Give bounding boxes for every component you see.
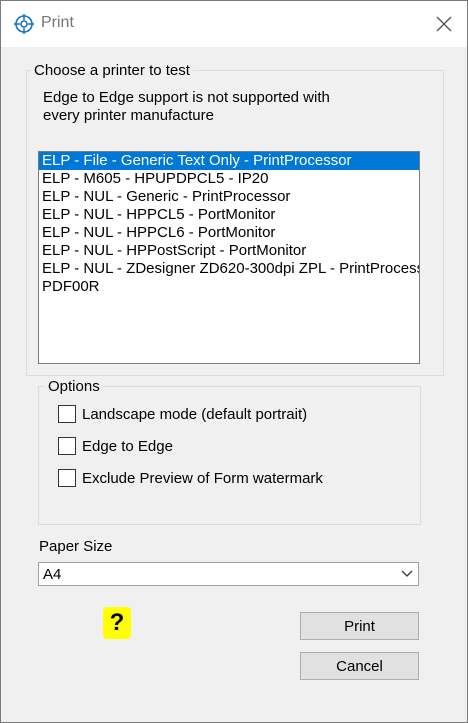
crosshair-target-icon bbox=[14, 14, 34, 34]
print-button[interactable]: Print bbox=[300, 612, 419, 640]
landscape-checkbox[interactable] bbox=[58, 405, 76, 423]
landscape-label: Landscape mode (default portrait) bbox=[82, 405, 308, 423]
paper-size-label: Paper Size bbox=[39, 538, 113, 555]
list-item[interactable]: ELP - M605 - HPUPDPCL5 - IP20 bbox=[39, 170, 419, 188]
paper-size-value: A4 bbox=[43, 565, 62, 583]
landscape-option[interactable]: Landscape mode (default portrait) bbox=[58, 403, 307, 425]
print-dialog: Print Choose a printer to test Edge to E… bbox=[0, 0, 468, 723]
printer-listbox[interactable]: ELP - File - Generic Text Only - PrintPr… bbox=[38, 151, 420, 364]
exclude-watermark-option[interactable]: Exclude Preview of Form watermark bbox=[58, 467, 323, 489]
paper-size-select[interactable]: A4 bbox=[38, 562, 419, 586]
edge-to-edge-checkbox[interactable] bbox=[58, 437, 76, 455]
printer-group-label: Choose a printer to test bbox=[31, 62, 193, 79]
window-title: Print bbox=[41, 14, 74, 31]
close-icon bbox=[436, 16, 452, 32]
exclude-watermark-label: Exclude Preview of Form watermark bbox=[82, 469, 323, 487]
cancel-button[interactable]: Cancel bbox=[300, 652, 419, 680]
edge-to-edge-label: Edge to Edge bbox=[82, 437, 173, 455]
title-bar: Print bbox=[1, 1, 467, 47]
list-item[interactable]: ELP - File - Generic Text Only - PrintPr… bbox=[39, 152, 419, 170]
exclude-watermark-checkbox[interactable] bbox=[58, 469, 76, 487]
options-group-label: Options bbox=[45, 378, 103, 395]
note-line-1: Edge to Edge support is not supported wi… bbox=[43, 89, 330, 106]
list-item[interactable]: ELP - NUL - HPPCL5 - PortMonitor bbox=[39, 206, 419, 224]
list-item[interactable]: ELP - NUL - HPPCL6 - PortMonitor bbox=[39, 224, 419, 242]
chevron-down-icon bbox=[396, 563, 418, 585]
list-item[interactable]: ELP - NUL - ZDesigner ZD620-300dpi ZPL -… bbox=[39, 260, 419, 278]
list-item[interactable]: ELP - NUL - Generic - PrintProcessor bbox=[39, 188, 419, 206]
list-item[interactable]: PDF00R bbox=[39, 278, 419, 296]
close-button[interactable] bbox=[421, 1, 467, 47]
list-item[interactable]: ELP - NUL - HPPostScript - PortMonitor bbox=[39, 242, 419, 260]
note-line-2: every printer manufacture bbox=[43, 107, 214, 124]
edge-to-edge-option[interactable]: Edge to Edge bbox=[58, 435, 173, 457]
help-icon[interactable]: ? bbox=[103, 607, 131, 639]
edge-support-note: Edge to Edge support is not supported wi… bbox=[43, 89, 373, 125]
